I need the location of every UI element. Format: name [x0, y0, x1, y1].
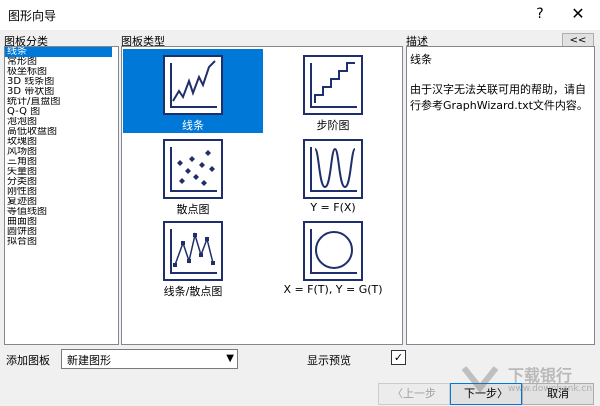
category-item[interactable]: 曲面图	[5, 217, 118, 227]
type-step[interactable]: 步阶图	[263, 49, 402, 133]
parametric-chart-icon	[303, 221, 363, 281]
line-chart-icon	[163, 55, 223, 115]
category-item[interactable]: 矢量图	[5, 167, 118, 177]
type-label-line: 线条	[182, 119, 204, 132]
add-graph-select[interactable]: 新建图形 ▼	[61, 349, 238, 369]
help-button[interactable]: ?	[528, 2, 552, 26]
type-parametric[interactable]: X = F(T), Y = G(T)	[263, 215, 402, 297]
type-gallery[interactable]: 线条 步阶图 散点图 Y = F(X) 线条/散点图 X = F(T), Y =…	[121, 46, 403, 345]
category-item[interactable]: 3D 线条图	[5, 77, 118, 87]
category-item[interactable]: 分类图	[5, 177, 118, 187]
scatter-chart-icon	[163, 139, 223, 199]
preview-checkbox[interactable]: ✓	[391, 350, 406, 365]
category-item[interactable]: 风场图	[5, 147, 118, 157]
category-item[interactable]: Q-Q 图	[5, 107, 118, 117]
type-line[interactable]: 线条	[123, 49, 263, 133]
description-text-line-2: 行参考GraphWizard.txt文件内容。	[410, 99, 588, 112]
description-box: 线条 由于汉字无法关联可用的帮助，请自 行参考GraphWizard.txt文件…	[406, 46, 595, 345]
category-item[interactable]: 极坐标图	[5, 67, 118, 77]
category-item[interactable]: 等值线图	[5, 207, 118, 217]
category-item[interactable]: 刚性图	[5, 187, 118, 197]
function-chart-icon	[303, 139, 363, 199]
description-title: 线条	[410, 53, 432, 66]
type-label-line-scatter: 线条/散点图	[163, 285, 223, 298]
type-scatter[interactable]: 散点图	[123, 133, 263, 216]
add-graph-label: 添加图板	[6, 354, 50, 367]
type-line-scatter[interactable]: 线条/散点图	[123, 215, 263, 298]
category-item[interactable]: 拟合图	[5, 237, 118, 247]
preview-label: 显示预览	[307, 354, 351, 367]
category-item[interactable]: 圆饼图	[5, 227, 118, 237]
category-item[interactable]: 玫瑰图	[5, 137, 118, 147]
type-label-parametric: X = F(T), Y = G(T)	[283, 283, 383, 296]
line-scatter-chart-icon	[163, 221, 223, 281]
description-text-line-1: 由于汉字无法关联可用的帮助，请自	[410, 83, 586, 96]
category-item[interactable]: 线条	[5, 47, 112, 57]
chevron-down-icon: ▼	[226, 353, 234, 364]
step-chart-icon	[303, 55, 363, 115]
title-bar: 图形向导 ? ✕	[0, 0, 600, 30]
next-button[interactable]: 下一步〉	[450, 383, 522, 405]
category-item[interactable]: 高低收盘图	[5, 127, 118, 137]
cancel-button[interactable]: 取消	[522, 383, 594, 405]
type-function[interactable]: Y = F(X)	[263, 133, 402, 215]
type-label-step: 步阶图	[316, 119, 350, 132]
category-item[interactable]: 3D 带状图	[5, 87, 118, 97]
add-graph-value: 新建图形	[67, 354, 111, 367]
category-item[interactable]: 常形图	[5, 57, 118, 67]
category-item[interactable]: 复迹图	[5, 197, 118, 207]
window-title: 图形向导	[8, 9, 57, 23]
category-item[interactable]: 泡泡图	[5, 117, 118, 127]
category-list[interactable]: 线条 常形图 极坐标图 3D 线条图 3D 带状图 统计/直盘图 Q-Q 图泡泡图 高低收盘图…	[4, 46, 119, 345]
category-item[interactable]: 三角图	[5, 157, 118, 167]
close-button[interactable]: ✕	[566, 2, 590, 26]
category-item[interactable]: 统计/直盘图	[5, 97, 118, 107]
type-label-function: Y = F(X)	[310, 201, 356, 214]
back-button[interactable]: 〈上一步	[378, 383, 450, 405]
